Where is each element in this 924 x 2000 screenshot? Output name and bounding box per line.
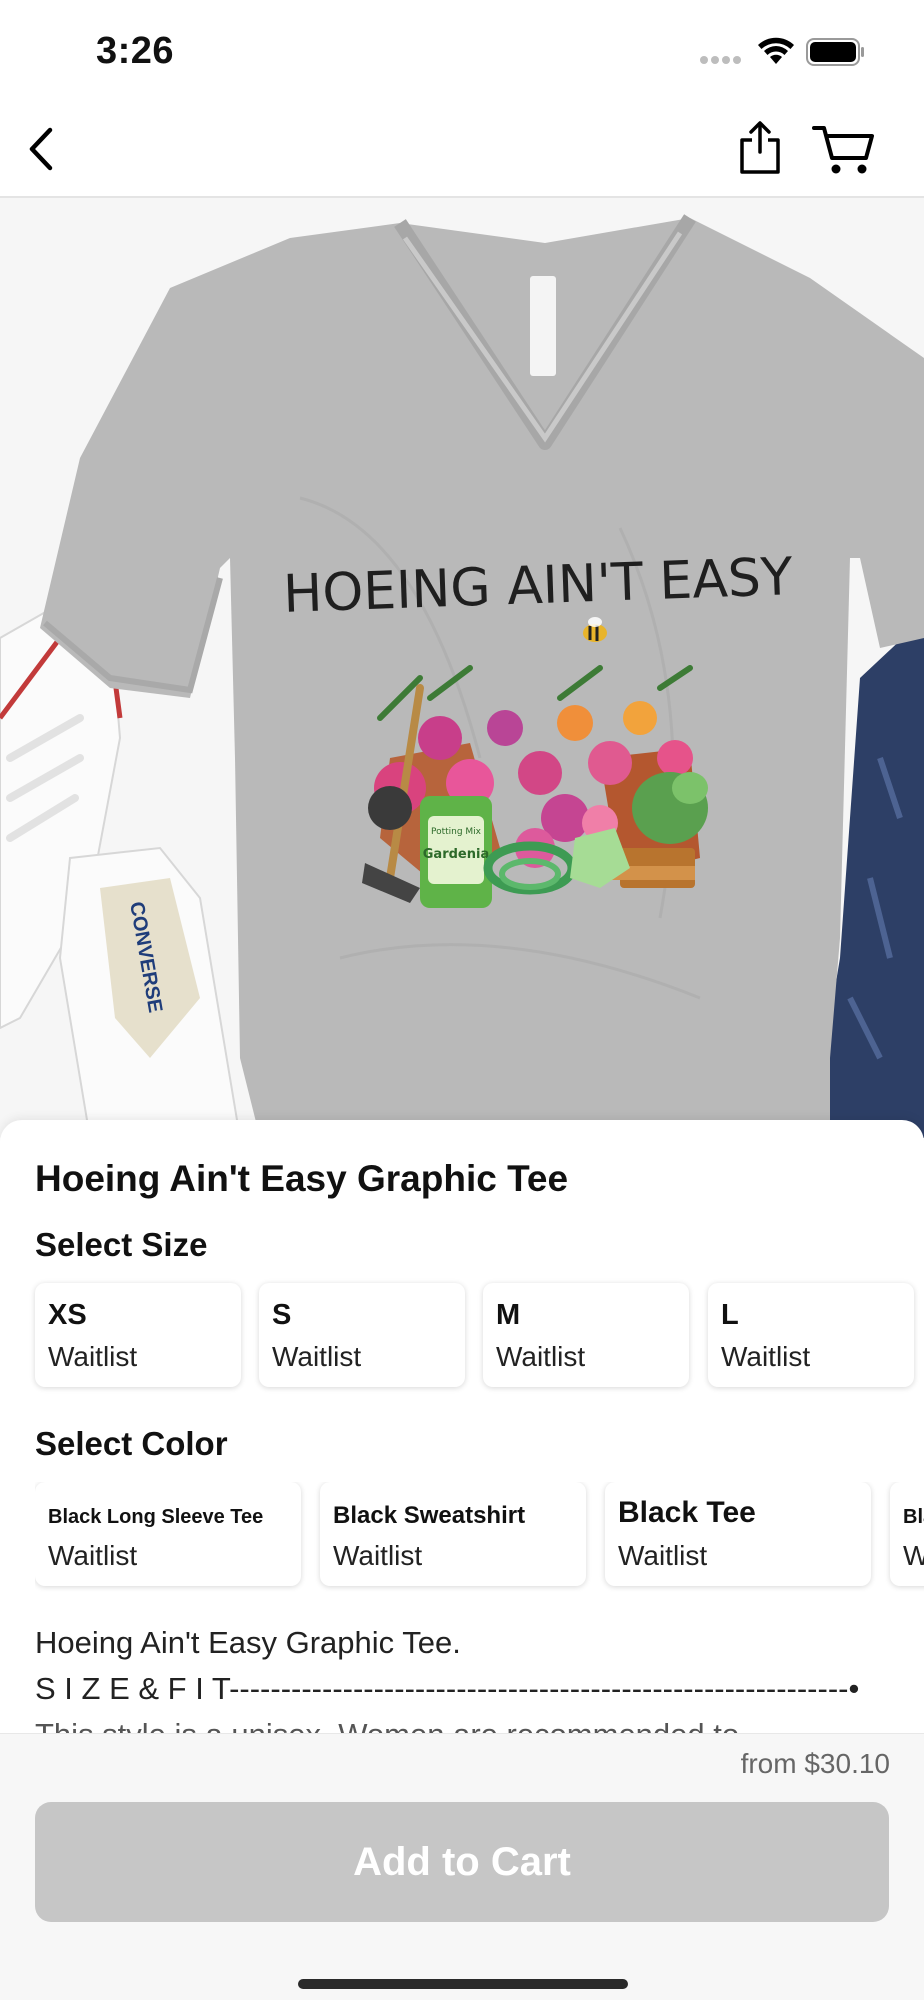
size-option-s[interactable]: S Waitlist — [259, 1283, 465, 1387]
color-options[interactable]: Black Long Sleeve Tee Waitlist Black Swe… — [35, 1482, 924, 1592]
color-option-black-tee[interactable]: Black Tee Waitlist — [605, 1482, 871, 1586]
product-details-sheet: Hoeing Ain't Easy Graphic Tee Select Siz… — [0, 1120, 924, 1752]
status-bar: 3:26 — [0, 0, 924, 100]
description-line: S I Z E & F I T-------------------------… — [35, 1671, 860, 1706]
size-name: XS — [48, 1299, 87, 1331]
price-label: from $30.10 — [740, 1748, 890, 1779]
color-name: Black Long Sleeve Tee — [48, 1506, 264, 1528]
cart-icon[interactable] — [812, 122, 876, 178]
color-option-black-sweatshirt[interactable]: Black Sweatshirt Waitlist — [320, 1482, 586, 1586]
home-indicator[interactable] — [298, 1979, 628, 1989]
size-status: Waitlist — [496, 1341, 586, 1372]
product-title: Hoeing Ain't Easy Graphic Tee — [35, 1158, 569, 1199]
wifi-icon — [758, 37, 794, 64]
select-color-label: Select Color — [35, 1425, 228, 1462]
cellular-signal-icon — [700, 56, 744, 66]
size-name: M — [496, 1299, 521, 1331]
size-options: XS Waitlist S Waitlist M Waitlist L Wait… — [35, 1283, 924, 1393]
product-photo: CONVERSE HOEING AIN'T EASY Potting Mix G… — [0, 198, 924, 1138]
share-icon[interactable] — [736, 118, 784, 178]
color-name: Black Tee — [618, 1496, 756, 1529]
color-option-partial[interactable]: Bla W — [890, 1482, 924, 1586]
back-chevron-icon[interactable] — [22, 124, 62, 174]
color-option-black-long-sleeve-tee[interactable]: Black Long Sleeve Tee Waitlist — [35, 1482, 301, 1586]
color-status: Waitlist — [333, 1540, 423, 1571]
size-option-m[interactable]: M Waitlist — [483, 1283, 689, 1387]
description-line: Hoeing Ain't Easy Graphic Tee. — [35, 1625, 461, 1660]
size-option-l[interactable]: L Waitlist — [708, 1283, 914, 1387]
navigation-bar — [0, 100, 924, 198]
select-size-label: Select Size — [35, 1226, 208, 1263]
bag-label-top: Potting Mix — [431, 827, 482, 837]
color-status: Waitlist — [48, 1540, 138, 1571]
color-name: Black Sweatshirt — [333, 1502, 526, 1529]
color-name: Bla — [903, 1506, 924, 1528]
color-status: W — [903, 1540, 924, 1571]
battery-icon — [806, 38, 864, 66]
add-to-cart-button[interactable]: Add to Cart — [35, 1802, 889, 1922]
size-status: Waitlist — [48, 1341, 138, 1372]
purchase-bar: from $30.10 Add to Cart — [0, 1733, 924, 2000]
size-name: S — [272, 1299, 292, 1331]
size-option-xs[interactable]: XS Waitlist — [35, 1283, 241, 1387]
product-image[interactable]: CONVERSE HOEING AIN'T EASY Potting Mix G… — [0, 198, 924, 1138]
color-status: Waitlist — [618, 1540, 708, 1571]
size-name: L — [721, 1299, 739, 1331]
status-time: 3:26 — [96, 30, 175, 72]
size-status: Waitlist — [721, 1341, 811, 1372]
size-status: Waitlist — [272, 1341, 362, 1372]
bag-label-main: Gardenia — [423, 847, 489, 862]
